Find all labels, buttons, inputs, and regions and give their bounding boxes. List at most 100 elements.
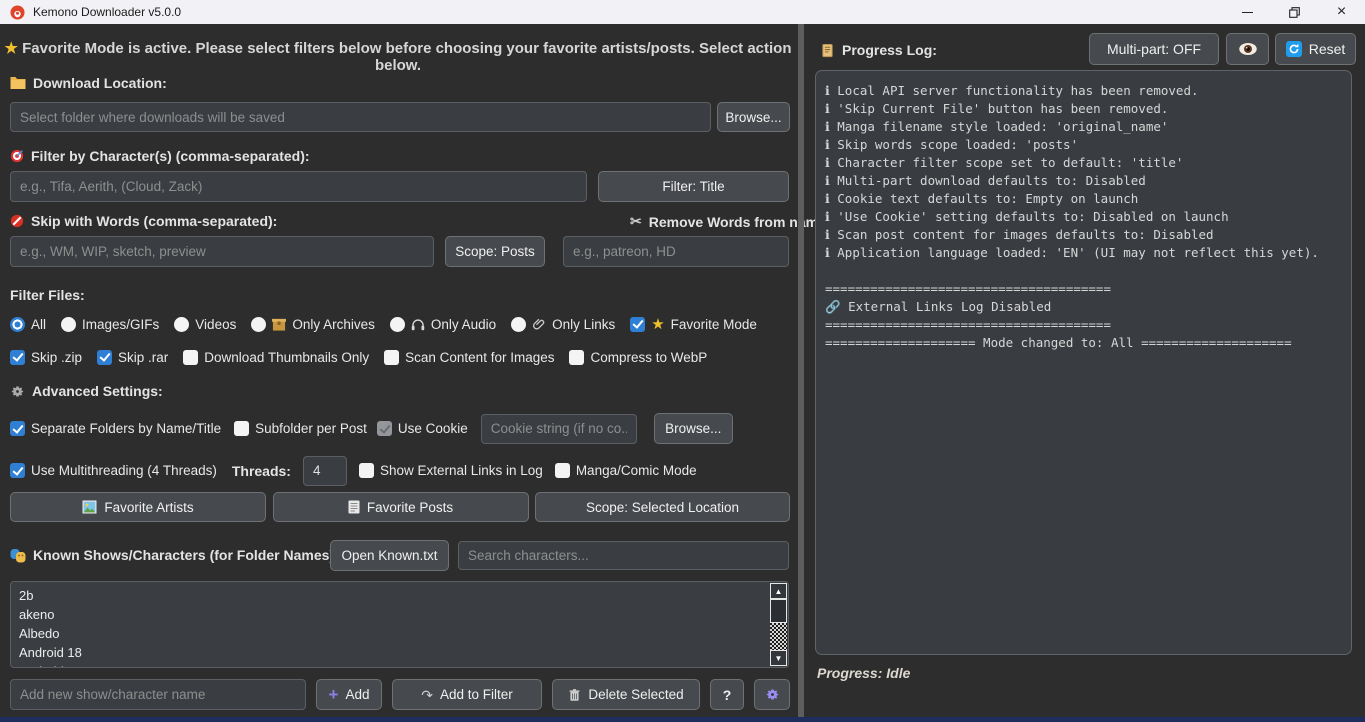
add-button[interactable]: + Add (316, 679, 382, 710)
favorite-artists-button[interactable]: Favorite Artists (10, 492, 266, 522)
close-button[interactable]: × (1318, 0, 1365, 24)
checkbox-skip-rar[interactable]: Skip .rar (97, 350, 168, 365)
filter-files-checkbox-row: Skip .zip Skip .rar Download Thumbnails On… (10, 347, 707, 367)
advanced-row-1: Separate Folders by Name/Title Subfolder… (10, 413, 733, 444)
reset-button[interactable]: Reset (1275, 33, 1356, 65)
radio-indicator (61, 317, 76, 332)
progress-log-output[interactable]: ℹ Local API server functionality has bee… (815, 70, 1352, 655)
browse-cookie-button[interactable]: Browse... (654, 413, 733, 444)
minimize-button[interactable] (1224, 0, 1271, 24)
scrollbar-thumb[interactable] (770, 599, 787, 623)
reset-icon (1286, 41, 1302, 57)
download-location-input[interactable] (10, 102, 711, 132)
list-scrollbar[interactable]: ▲ ▼ (770, 583, 787, 666)
list-item[interactable]: Android 18 (19, 643, 788, 662)
favorite-posts-button[interactable]: Favorite Posts (273, 492, 529, 522)
scrollbar-track[interactable] (770, 623, 787, 650)
remove-words-input[interactable] (563, 236, 789, 267)
scope-selected-location-button[interactable]: Scope: Selected Location (535, 492, 790, 522)
list-item[interactable]: Albedo (19, 624, 788, 643)
list-item[interactable]: 2b (19, 586, 788, 605)
skip-words-label: Skip with Words (comma-separated): (10, 213, 277, 229)
checkbox-favorite-mode[interactable]: ★ Favorite Mode (630, 317, 757, 332)
link-icon (532, 317, 546, 331)
checkbox-manga-mode[interactable]: Manga/Comic Mode (555, 463, 697, 478)
progress-log-label: Progress Log: (820, 42, 937, 58)
checkbox-subfolder-per-post[interactable]: Subfolder per Post (234, 421, 367, 436)
character-list[interactable]: 2bakenoAlbedoAndroid 18Android 21 ▲ ▼ (10, 581, 789, 668)
checkbox-label: Favorite Mode (671, 317, 757, 332)
checkbox-label: Skip .rar (118, 350, 168, 365)
checkbox-indicator (384, 350, 399, 365)
radio-label: Only Links (552, 317, 615, 332)
folder-icon (10, 76, 26, 90)
plus-icon: + (329, 686, 339, 703)
list-item[interactable]: Android 21 (19, 662, 788, 668)
checkbox-use-multithreading[interactable]: Use Multithreading (4 Threads) (10, 463, 217, 478)
masks-icon (10, 548, 26, 563)
radio-only-links[interactable]: Only Links (511, 317, 615, 332)
down-arrow-icon[interactable]: ▼ (770, 650, 787, 666)
checkbox-separate-folders[interactable]: Separate Folders by Name/Title (10, 421, 221, 436)
radio-only-audio[interactable]: Only Audio (390, 317, 496, 332)
scissors-icon: ✂ (630, 213, 642, 230)
radio-indicator (511, 317, 526, 332)
action-button-row: Favorite Artists Favorite Posts Scope: S… (10, 492, 790, 522)
checkbox-scan-content-for-images[interactable]: Scan Content for Images (384, 350, 554, 365)
up-arrow-icon[interactable]: ▲ (770, 583, 787, 599)
bottom-window-strip (0, 717, 1365, 722)
multipart-toggle-button[interactable]: Multi-part: OFF (1089, 33, 1219, 65)
delete-selected-button[interactable]: Delete Selected (552, 679, 700, 710)
help-button[interactable]: ? (710, 679, 744, 710)
add-character-input[interactable] (10, 679, 306, 710)
radio-indicator (251, 317, 266, 332)
character-list-items: 2bakenoAlbedoAndroid 18Android 21 (11, 582, 788, 668)
radio-videos[interactable]: Videos (174, 317, 236, 332)
checkbox-indicator (555, 463, 570, 478)
headphones-icon (411, 318, 425, 331)
eye-button[interactable] (1226, 33, 1269, 65)
search-characters-input[interactable] (458, 541, 789, 570)
maximize-button[interactable] (1271, 0, 1318, 24)
checkbox-download-thumbnails-only[interactable]: Download Thumbnails Only (183, 350, 369, 365)
bottom-bar: + Add ↷ Add to Filter Delete Selected ? (10, 679, 790, 710)
app-window: Kemono Downloader v5.0.0 × ★ Favorite Mo… (0, 0, 1365, 722)
panel-splitter[interactable] (798, 24, 804, 722)
settings-button[interactable] (754, 679, 790, 710)
trash-icon (568, 688, 581, 702)
checkbox-compress-to-webp[interactable]: Compress to WebP (569, 350, 707, 365)
download-location-label: Download Location: (10, 75, 167, 91)
filter-files-label: Filter Files: (10, 287, 85, 303)
character-filter-input[interactable] (10, 171, 587, 202)
document-icon (348, 500, 360, 514)
star-icon: ★ (651, 317, 664, 332)
add-to-filter-button[interactable]: ↷ Add to Filter (392, 679, 542, 710)
radio-label: Only Audio (431, 317, 496, 332)
filter-scope-button[interactable]: Filter: Title (598, 171, 789, 202)
gear-icon (765, 687, 780, 702)
list-item[interactable]: akeno (19, 605, 788, 624)
progress-log-text: ℹ Local API server functionality has bee… (816, 71, 1351, 363)
radio-label: Videos (195, 317, 236, 332)
close-icon: × (1337, 4, 1346, 20)
checkbox-use-cookie[interactable]: Use Cookie (377, 421, 468, 436)
checkbox-skip-zip[interactable]: Skip .zip (10, 350, 82, 365)
threads-input[interactable] (303, 456, 347, 486)
skip-words-input[interactable] (10, 236, 434, 267)
checkbox-label: Download Thumbnails Only (204, 350, 369, 365)
checkbox-show-external-links[interactable]: Show External Links in Log (359, 463, 543, 478)
skip-scope-button[interactable]: Scope: Posts (445, 236, 545, 267)
curved-arrow-icon: ↷ (421, 688, 433, 702)
browse-download-button[interactable]: Browse... (717, 102, 790, 132)
checkbox-indicator (10, 463, 25, 478)
radio-all[interactable]: All (10, 317, 46, 332)
checkbox-label: Scan Content for Images (405, 350, 554, 365)
eye-icon (1238, 42, 1258, 56)
radio-images-gifs[interactable]: Images/GIFs (61, 317, 159, 332)
archive-box-icon (272, 318, 286, 331)
checkbox-indicator (10, 350, 25, 365)
cookie-string-input[interactable] (481, 414, 637, 444)
radio-only-archives[interactable]: Only Archives (251, 317, 375, 332)
open-known-txt-button[interactable]: Open Known.txt (330, 540, 449, 571)
checkbox-indicator (10, 421, 25, 436)
